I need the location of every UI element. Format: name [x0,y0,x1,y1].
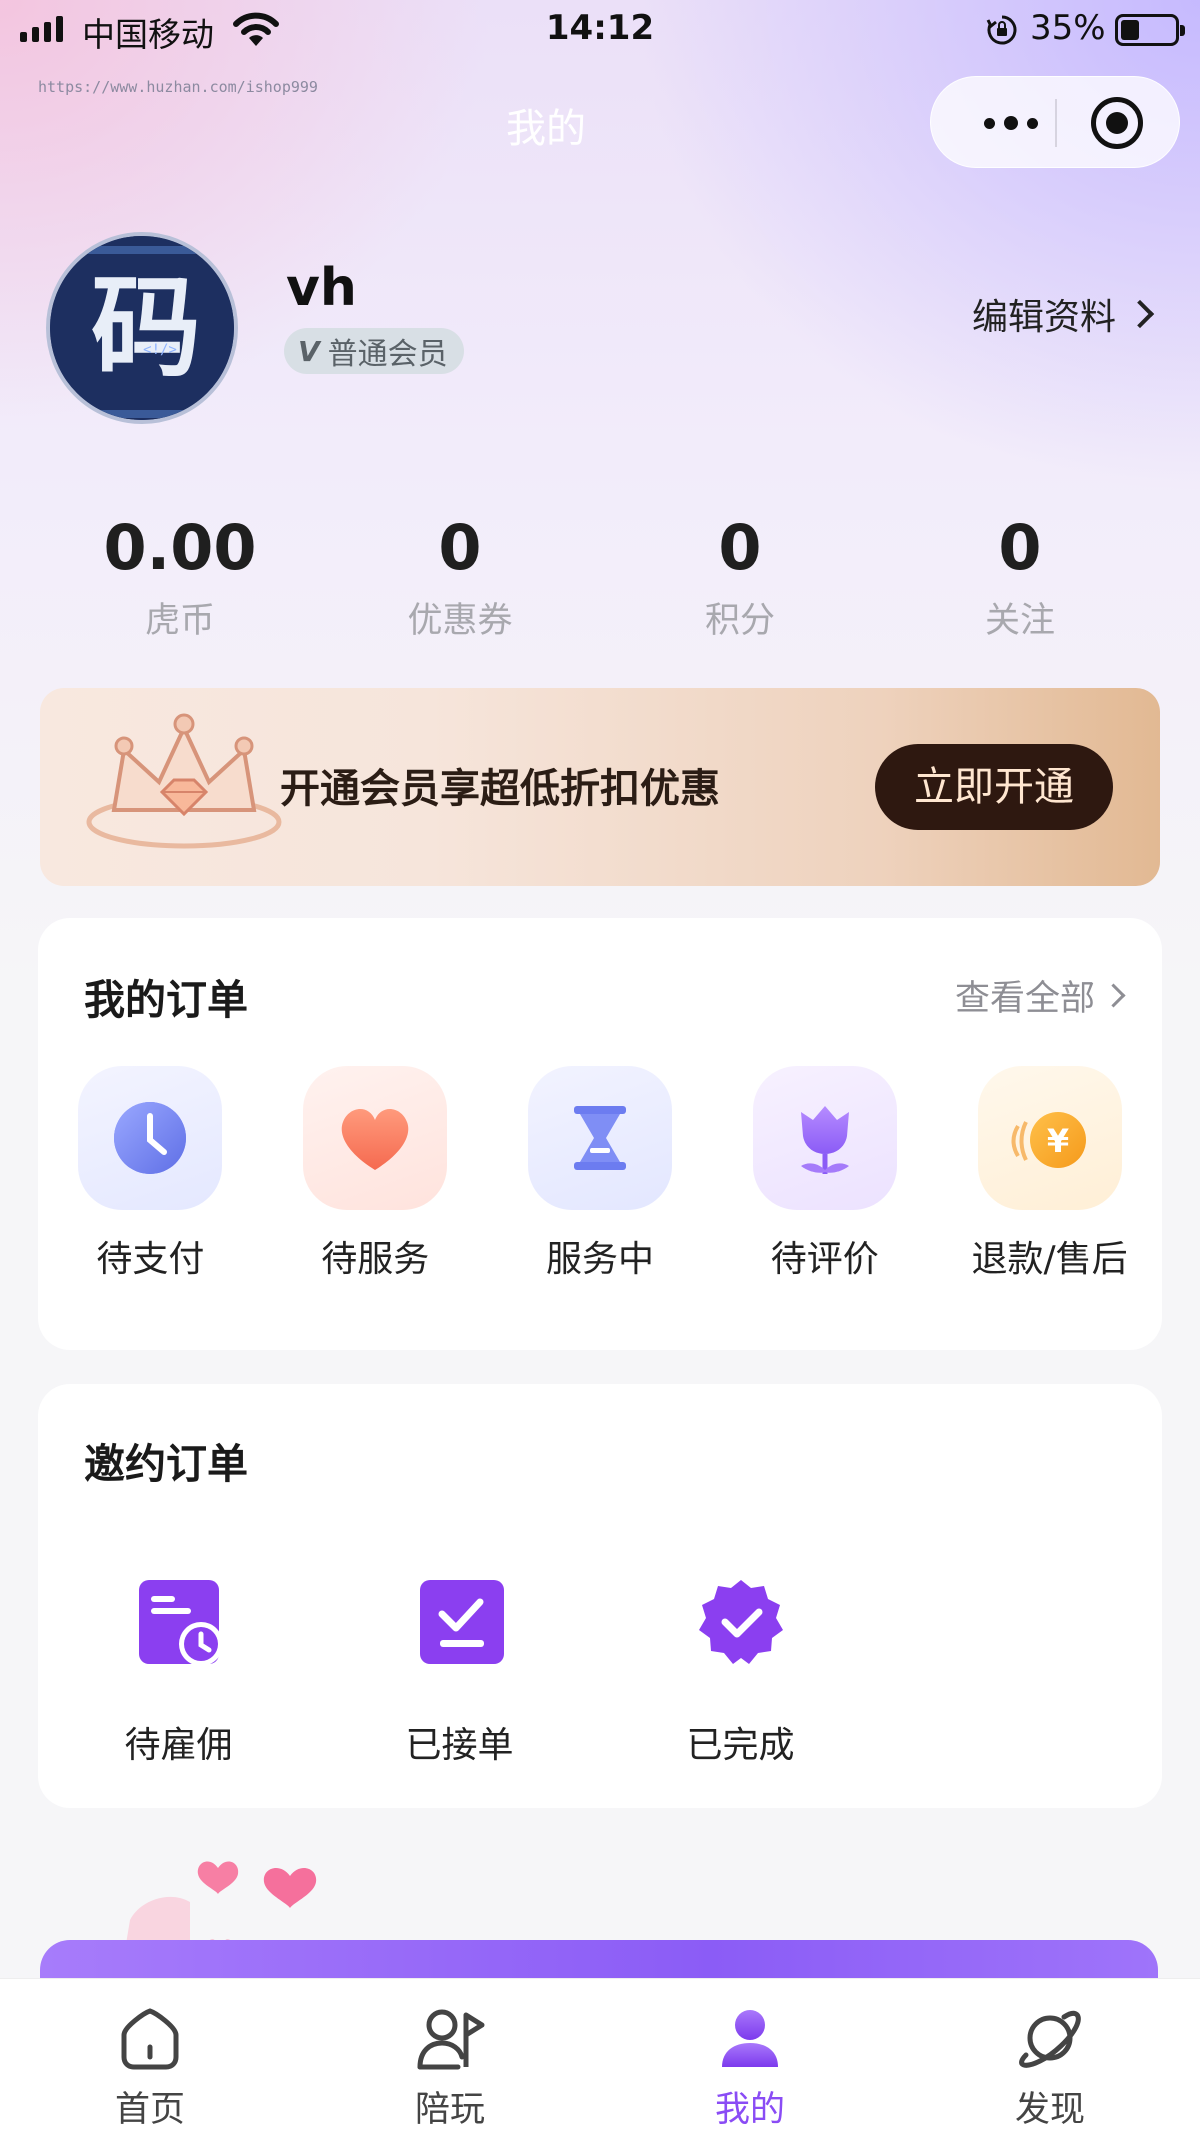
planet-icon [1019,2010,1081,2068]
avatar[interactable]: 码 <!/> [46,232,238,424]
username: vh [286,258,357,318]
member-badge: V 普通会员 [284,328,464,374]
tab-discover[interactable]: 发现 [900,1979,1200,2133]
order-refund-aftersale[interactable]: ¥ 退款/售后 [937,1066,1162,1282]
order-item-label: 待支付 [96,1239,205,1280]
vip-banner[interactable]: 开通会员享超低折扣优惠 立即开通 [40,688,1160,886]
stat-value: 0 [998,511,1042,584]
promo-banner-peek[interactable] [0,1850,1200,2020]
avatar-glyph: 码 [91,264,201,392]
invite-pending-hire[interactable]: 待雇佣 [38,1574,319,1768]
tab-home[interactable]: 首页 [0,1979,300,2133]
member-level: 普通会员 [327,337,448,372]
battery-icon [1115,14,1185,46]
stat-following[interactable]: 0 关注 [880,510,1160,650]
tab-companion[interactable]: 陪玩 [300,1979,600,2133]
my-orders-card: 我的订单 查看全部 待支付 待服务 服务中 待评价 ¥ 退款/售后 [38,918,1162,1350]
invite-accepted[interactable]: 已接单 [319,1574,600,1768]
tab-label: 首页 [114,2090,185,2130]
page-title: 我的 [506,106,586,152]
view-all-label: 查看全部 [954,979,1095,1019]
watermark-url: https://www.huzhan.com/ishop999 [38,78,318,96]
stat-coupons[interactable]: 0 优惠券 [320,510,600,650]
hourglass-icon [527,1066,672,1210]
open-vip-button[interactable]: 立即开通 [875,744,1113,830]
yuan-coin-icon: ¥ [977,1066,1122,1210]
invite-completed[interactable]: 已完成 [600,1574,881,1768]
stat-value: 0 [438,511,482,584]
my-orders-title: 我的订单 [84,976,248,1024]
tab-label: 陪玩 [414,2090,485,2130]
order-item-label: 服务中 [545,1239,654,1280]
invite-orders-title: 邀约订单 [84,1440,248,1488]
profile-icon [722,2010,778,2067]
invite-item-label: 已接单 [405,1725,514,1766]
target-circle-icon[interactable] [1091,97,1143,149]
mini-program-capsule [930,76,1180,168]
stats-row: 0.00 虎币 0 优惠券 0 积分 0 关注 [40,510,1160,650]
diamond-crown-icon [86,713,282,849]
battery-percent: 35% [1030,8,1106,48]
order-item-label: 待服务 [321,1239,430,1280]
invite-item-label: 已完成 [686,1725,795,1766]
avatar-code: <!/> [143,342,177,358]
avatar-image: 码 <!/> [50,236,234,420]
companion-icon [417,2009,485,2070]
chevron-right-icon [1101,983,1126,1008]
stat-label: 积分 [704,601,775,641]
stat-points[interactable]: 0 积分 [600,510,880,650]
clock-time: 14:12 [545,8,655,48]
tab-label: 我的 [714,2090,785,2130]
status-bar: 中国移动 14:12 35% [0,0,1200,60]
order-item-label: 待评价 [770,1239,879,1280]
invite-orders-card: 邀约订单 待雇佣 已接单 已完成 [38,1384,1162,1808]
edit-profile-link[interactable]: 编辑资料 [971,288,1155,340]
stat-label: 虎币 [144,601,215,641]
calendar-clock-icon [131,1574,227,1670]
chevron-right-icon [1125,299,1155,329]
order-item-label: 退款/售后 [971,1239,1128,1280]
vip-promo-text: 开通会员享超低折扣优惠 [280,766,720,812]
order-pending-review[interactable]: 待评价 [712,1066,937,1282]
flower-icon [752,1066,897,1210]
home-icon [121,2008,179,2070]
capsule-divider [1055,99,1057,147]
tab-label: 发现 [1014,2090,1085,2130]
stat-tiger-coins[interactable]: 0.00 虎币 [40,510,320,650]
bottom-tab-bar: 首页 陪玩 我的 发现 [0,1978,1200,2133]
order-pending-service[interactable]: 待服务 [263,1066,488,1282]
svg-text:¥: ¥ [1046,1122,1068,1160]
stat-value: 0 [718,511,762,584]
stat-label: 关注 [984,601,1055,641]
view-all-orders-link[interactable]: 查看全部 [954,970,1126,1021]
invite-item-label: 待雇佣 [124,1725,233,1766]
vip-v-icon: V [298,334,320,368]
stat-label: 优惠券 [407,601,513,641]
rotation-lock-icon [986,15,1017,45]
check-square-icon [412,1574,508,1670]
invite-status-row: 待雇佣 已接单 已完成 [38,1574,1162,1768]
order-status-row: 待支付 待服务 服务中 待评价 ¥ 退款/售后 [38,1066,1162,1282]
more-dots-icon[interactable] [967,107,1055,139]
edit-profile-label: 编辑资料 [971,297,1116,338]
verified-badge-icon [693,1574,789,1670]
order-in-service[interactable]: 服务中 [488,1066,713,1282]
tab-mine[interactable]: 我的 [600,1979,900,2133]
heart-icon [303,1066,448,1210]
clock-icon [78,1066,223,1210]
order-pending-payment[interactable]: 待支付 [38,1066,263,1282]
stat-value: 0.00 [103,511,257,584]
